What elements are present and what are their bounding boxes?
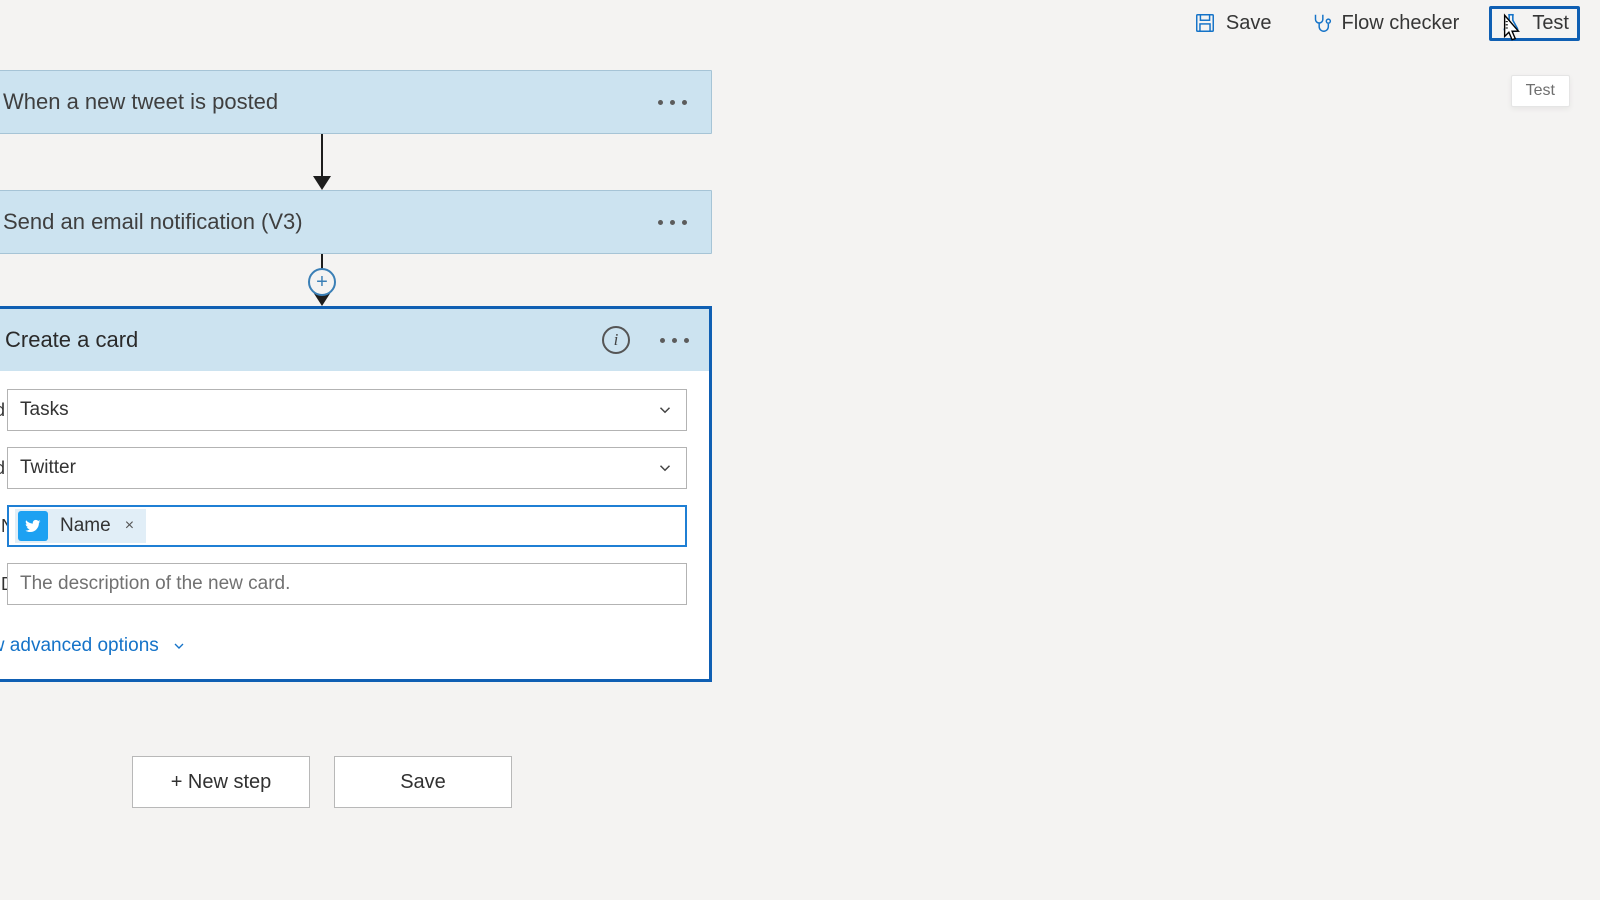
remove-token-button[interactable]: × [123,517,136,535]
test-label: Test [1532,12,1569,35]
connector-arrow-plus: + [0,254,712,306]
card-description-label: Card Description [0,574,7,595]
list-id-select[interactable]: Twitter [7,447,687,489]
action-create-card-header[interactable]: Create a card i [0,309,709,371]
advanced-options-toggle[interactable]: Show advanced options [0,621,687,675]
chevron-down-icon [656,401,674,419]
top-toolbar: Save Flow checker Test [0,0,1600,46]
test-tooltip: Test [1511,75,1570,107]
card-name-label: Card Name [0,516,7,537]
card-description-placeholder: The description of the new card. [20,573,290,595]
chevron-down-icon [656,459,674,477]
stethoscope-icon [1310,12,1332,34]
trigger-more-menu[interactable] [652,94,693,111]
action-create-card: Create a card i Board Id Tasks List Id T… [0,306,712,682]
advanced-options-label: Show advanced options [0,635,159,657]
list-id-label: List Id [0,458,7,479]
card-name-input[interactable]: Name × [7,505,687,547]
board-id-select[interactable]: Tasks [7,389,687,431]
new-step-button[interactable]: + New step [132,756,310,808]
save-flow-button[interactable]: Save [334,756,512,808]
twitter-icon [18,511,48,541]
flow-designer: When a new tweet is posted Send an email… [0,70,780,682]
trigger-title: When a new tweet is posted [3,89,278,115]
action-form: Board Id Tasks List Id Twitter Card Name [0,371,709,679]
save-icon [1194,12,1216,34]
connector-arrow [0,134,712,190]
action-create-card-title: Create a card [5,327,138,353]
flow-checker-label: Flow checker [1342,12,1460,35]
save-button[interactable]: Save [1186,9,1280,38]
flow-checker-button[interactable]: Flow checker [1302,9,1468,38]
board-id-label: Board Id [0,400,7,421]
info-icon[interactable]: i [602,326,630,354]
card-description-input[interactable]: The description of the new card. [7,563,687,605]
trigger-card[interactable]: When a new tweet is posted [0,70,712,134]
save-label: Save [1226,12,1272,35]
insert-step-button[interactable]: + [308,268,336,296]
footer-actions: + New step Save [0,756,712,808]
action-email-title: Send an email notification (V3) [3,209,303,235]
chevron-down-icon [171,638,187,654]
action-email-more-menu[interactable] [652,214,693,231]
test-button[interactable]: Test [1489,6,1580,41]
token-label: Name [60,515,111,537]
action-email-card[interactable]: Send an email notification (V3) [0,190,712,254]
beaker-icon [1500,12,1522,34]
list-id-value: Twitter [20,457,76,479]
board-id-value: Tasks [20,399,69,421]
action-create-card-more-menu[interactable] [654,332,695,349]
dynamic-token-name[interactable]: Name × [15,509,146,543]
